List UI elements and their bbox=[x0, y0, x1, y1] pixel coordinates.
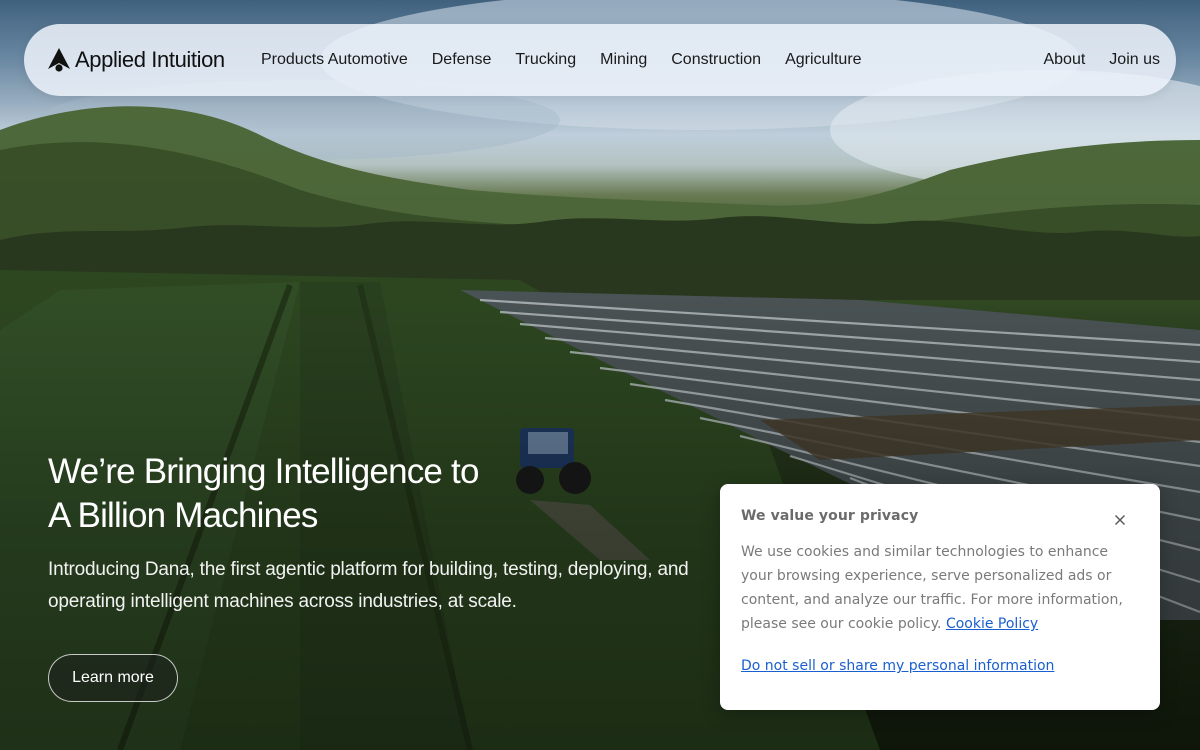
hero-content: We’re Bringing Intelligence to A Billion… bbox=[48, 450, 728, 618]
hero-title-line-1: We’re Bringing Intelligence to bbox=[48, 452, 479, 491]
brand-logo[interactable]: Applied Intuition bbox=[48, 24, 225, 96]
nav-link-join-us[interactable]: Join us bbox=[1109, 51, 1160, 69]
privacy-dialog-body: We use cookies and similar technologies … bbox=[741, 540, 1139, 636]
close-icon[interactable] bbox=[1114, 514, 1126, 526]
privacy-dialog-title: We value your privacy bbox=[741, 508, 919, 524]
cookie-policy-link[interactable]: Cookie Policy bbox=[946, 616, 1038, 632]
hero-subtitle: Introducing Dana, the first agentic plat… bbox=[48, 559, 689, 612]
nav-link-agriculture[interactable]: Agriculture bbox=[785, 51, 861, 69]
nav-link-trucking[interactable]: Trucking bbox=[515, 51, 576, 69]
secondary-nav: About Join us bbox=[1019, 24, 1160, 96]
learn-more-button[interactable]: Learn more bbox=[48, 654, 178, 702]
brand-name: Applied Intuition bbox=[75, 47, 225, 72]
hero-title: We’re Bringing Intelligence to A Billion… bbox=[48, 450, 728, 538]
hero-title-line-2: A Billion Machines bbox=[48, 496, 318, 535]
top-navbar: Applied Intuition Products Automotive De… bbox=[24, 24, 1176, 96]
nav-link-construction[interactable]: Construction bbox=[671, 51, 761, 69]
nav-link-about[interactable]: About bbox=[1043, 51, 1085, 69]
primary-nav: Products Automotive Defense Trucking Min… bbox=[261, 24, 886, 96]
nav-link-products-automotive[interactable]: Products Automotive bbox=[261, 51, 408, 69]
do-not-sell-link[interactable]: Do not sell or share my personal informa… bbox=[741, 658, 1054, 674]
nav-link-defense[interactable]: Defense bbox=[432, 51, 492, 69]
nav-link-mining[interactable]: Mining bbox=[600, 51, 647, 69]
privacy-dialog-body-text: We use cookies and similar technologies … bbox=[741, 544, 1123, 632]
privacy-dialog: We value your privacy We use cookies and… bbox=[720, 484, 1160, 710]
applied-intuition-logo-icon bbox=[48, 48, 70, 72]
